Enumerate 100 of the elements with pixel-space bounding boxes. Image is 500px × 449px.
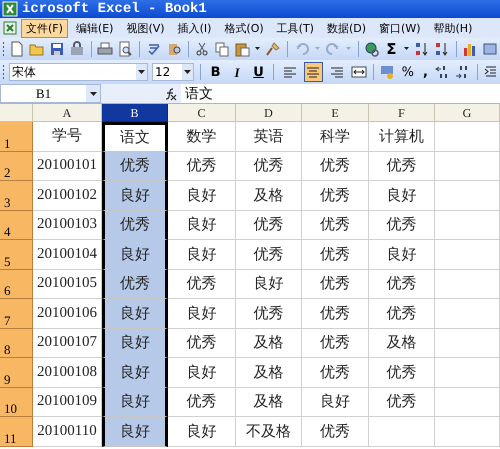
table-cell[interactable]: 不及格	[236, 417, 302, 446]
table-cell[interactable]: 20100101	[33, 152, 102, 181]
table-cell[interactable]: 20100110	[33, 417, 102, 446]
dropdown-icon[interactable]	[138, 70, 146, 74]
menu-item[interactable]: 文件(F)	[21, 18, 68, 38]
table-cell[interactable]: 良好	[369, 181, 435, 210]
table-cell[interactable]: 20100106	[33, 299, 102, 328]
table-cell[interactable]	[435, 240, 500, 270]
name-box[interactable]: B1	[0, 84, 101, 103]
table-cell[interactable]	[435, 358, 500, 388]
table-cell[interactable]: 优秀	[302, 152, 369, 181]
menu-item[interactable]: 帮助(H)	[428, 18, 478, 38]
row-header[interactable]: 2	[0, 152, 33, 181]
table-cell[interactable]	[435, 210, 500, 240]
column-header[interactable]: D	[236, 104, 302, 122]
table-cell[interactable]: 优秀	[302, 328, 369, 358]
globe-link-icon[interactable]	[364, 41, 380, 57]
table-cell[interactable]: 优秀	[302, 417, 369, 446]
table-cell[interactable]: 20100104	[33, 240, 102, 270]
table-cell[interactable]: 20100108	[33, 358, 102, 388]
table-cell[interactable]: 优秀	[369, 388, 435, 417]
table-cell[interactable]: 及格	[236, 388, 302, 417]
table-cell[interactable]: 良好	[102, 388, 168, 417]
table-cell[interactable]: 优秀	[102, 152, 168, 181]
menu-item[interactable]: 数据(D)	[322, 18, 372, 38]
table-cell[interactable]: 优秀	[236, 299, 302, 328]
table-cell[interactable]: 优秀	[102, 210, 168, 240]
table-cell[interactable]	[435, 122, 500, 152]
table-cell[interactable]: 优秀	[369, 270, 435, 299]
paste-icon[interactable]	[234, 41, 250, 57]
sort-descending-icon[interactable]	[434, 41, 450, 57]
currency-icon[interactable]	[380, 64, 396, 80]
save-icon[interactable]	[49, 41, 65, 57]
menu-item[interactable]: 格式(O)	[219, 18, 269, 38]
table-cell[interactable]: 良好	[102, 328, 168, 358]
menu-item[interactable]: 工具(T)	[272, 18, 319, 38]
table-cell[interactable]: 20100103	[33, 210, 102, 240]
underline-button[interactable]: U	[250, 66, 268, 78]
column-header[interactable]: A	[33, 104, 102, 122]
table-cell[interactable]	[435, 152, 500, 181]
table-cell[interactable]: 及格	[236, 181, 302, 210]
table-cell[interactable]: 优秀	[168, 270, 236, 299]
table-cell[interactable]: 20100105	[33, 270, 102, 299]
table-cell[interactable]: 优秀	[302, 358, 369, 388]
table-cell[interactable]: 良好	[369, 240, 435, 270]
table-cell[interactable]: 良好	[102, 417, 168, 446]
table-cell[interactable]: 优秀	[369, 152, 435, 181]
column-header[interactable]: C	[168, 104, 236, 122]
table-cell[interactable]: 优秀	[302, 181, 369, 210]
table-cell[interactable]: 优秀	[168, 388, 236, 417]
font-dropdown[interactable]: 宋体	[9, 63, 148, 81]
table-cell[interactable]: 良好	[168, 181, 236, 210]
table-cell[interactable]: 优秀	[168, 328, 236, 358]
function-icon[interactable]	[165, 86, 177, 100]
drawing-icon[interactable]	[482, 41, 498, 57]
table-cell[interactable]: 优秀	[236, 152, 302, 181]
table-cell[interactable]: 良好	[102, 240, 168, 270]
table-cell[interactable]: 良好	[236, 270, 302, 299]
table-cell[interactable]: 优秀	[102, 270, 168, 299]
table-cell[interactable]: 及格	[236, 328, 302, 358]
bold-button[interactable]: B	[206, 66, 224, 78]
dropdown-icon[interactable]	[90, 92, 96, 96]
row-header[interactable]: 8	[0, 328, 33, 358]
table-cell[interactable]: 学号	[33, 122, 102, 152]
comma-button[interactable]: ,	[420, 66, 431, 78]
table-cell[interactable]: 良好	[102, 181, 168, 210]
corner-cell[interactable]	[0, 104, 33, 122]
align-center-button[interactable]	[304, 62, 324, 82]
table-cell[interactable]: 良好	[168, 417, 236, 446]
scissors-icon[interactable]	[194, 41, 210, 57]
row-header[interactable]: 4	[0, 210, 33, 240]
column-header[interactable]: G	[435, 104, 500, 122]
table-cell[interactable]: 良好	[168, 210, 236, 240]
table-cell[interactable]: 数学	[168, 122, 236, 152]
font-size-dropdown[interactable]: 12	[152, 63, 194, 81]
table-cell[interactable]: 20100107	[33, 328, 102, 358]
table-cell[interactable]: 20100102	[33, 181, 102, 210]
row-header[interactable]: 11	[0, 417, 33, 446]
format-painter-icon[interactable]	[265, 41, 282, 57]
row-header[interactable]: 1	[0, 122, 33, 152]
table-cell[interactable]: 优秀	[236, 240, 302, 270]
table-cell[interactable]: 优秀	[302, 299, 369, 328]
table-cell[interactable]: 优秀	[369, 299, 435, 328]
table-cell[interactable]	[435, 328, 500, 358]
column-header[interactable]: B	[102, 104, 168, 122]
table-cell[interactable]	[435, 417, 500, 446]
menu-item[interactable]: 插入(I)	[172, 18, 216, 38]
italic-button[interactable]: I	[228, 66, 246, 78]
row-header[interactable]: 9	[0, 358, 33, 388]
table-cell[interactable]: 英语	[236, 122, 302, 152]
row-header[interactable]: 3	[0, 181, 33, 210]
sort-ascending-icon[interactable]	[414, 41, 430, 57]
print-icon[interactable]	[97, 41, 114, 57]
new-document-icon[interactable]	[9, 41, 25, 57]
table-cell[interactable]: 优秀	[302, 270, 369, 299]
print-preview-icon[interactable]	[117, 41, 134, 57]
table-cell[interactable]: 良好	[102, 299, 168, 328]
table-cell[interactable]: 语文	[102, 122, 168, 152]
table-cell[interactable]	[369, 417, 435, 446]
table-cell[interactable]: 良好	[168, 240, 236, 270]
